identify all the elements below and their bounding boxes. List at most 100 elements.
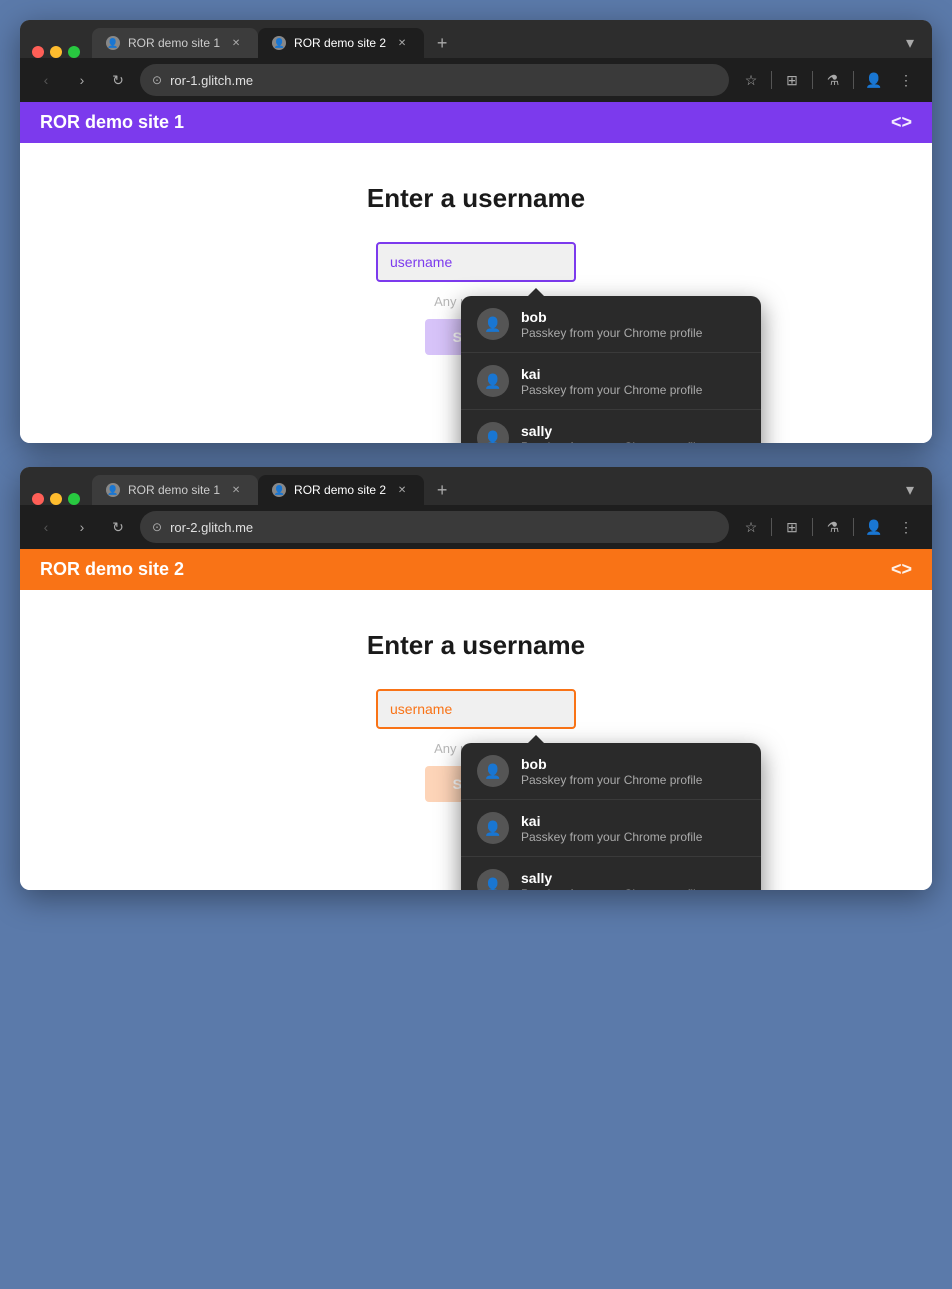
url-text-2: ror-2.glitch.me bbox=[170, 520, 253, 535]
tab-label-4: ROR demo site 2 bbox=[294, 483, 386, 497]
passkey-sub-kai-2: Passkey from your Chrome profile bbox=[521, 830, 745, 844]
forward-button-2[interactable]: › bbox=[68, 513, 96, 541]
site-header-1: ROR demo site 1 <> bbox=[20, 102, 932, 143]
extensions-icon-2[interactable]: ⊞ bbox=[778, 513, 806, 541]
lab-icon-1[interactable]: ⚗ bbox=[819, 66, 847, 94]
tab-list-button-2[interactable]: ▾ bbox=[896, 476, 924, 504]
new-tab-button-2[interactable]: + bbox=[428, 476, 456, 504]
divider-5 bbox=[812, 518, 813, 536]
forward-button-1[interactable]: › bbox=[68, 66, 96, 94]
title-bar-1: 👤 ROR demo site 1 ✕ 👤 ROR demo site 2 ✕ … bbox=[20, 20, 932, 102]
url-text-1: ror-1.glitch.me bbox=[170, 73, 253, 88]
passkey-info-kai-2: kai Passkey from your Chrome profile bbox=[521, 813, 745, 844]
new-tab-button-1[interactable]: + bbox=[428, 29, 456, 57]
toolbar-icons-2: ☆ ⊞ ⚗ 👤 ⋮ bbox=[737, 513, 920, 541]
tab-close-3[interactable]: ✕ bbox=[228, 482, 244, 498]
minimize-button-1[interactable] bbox=[50, 46, 62, 58]
page-content-1: Enter a username 👤 bob Passkey from your… bbox=[20, 143, 932, 443]
refresh-button-1[interactable]: ↻ bbox=[104, 66, 132, 94]
passkey-item-sally-2[interactable]: 👤 sally Passkey from your Chrome profile bbox=[461, 857, 761, 890]
bookmark-icon-1[interactable]: ☆ bbox=[737, 66, 765, 94]
passkey-name-sally-2: sally bbox=[521, 870, 745, 886]
page-title-2: Enter a username bbox=[367, 630, 585, 661]
browser-window-1: 👤 ROR demo site 1 ✕ 👤 ROR demo site 2 ✕ … bbox=[20, 20, 932, 443]
passkey-arrow-1 bbox=[528, 288, 544, 296]
passkey-name-bob-1: bob bbox=[521, 309, 745, 325]
passkey-name-sally-1: sally bbox=[521, 423, 745, 439]
url-bar-1[interactable]: ⊙ ror-1.glitch.me bbox=[140, 64, 729, 96]
passkey-dropdown-1: 👤 bob Passkey from your Chrome profile 👤… bbox=[461, 296, 761, 443]
divider-3 bbox=[853, 71, 854, 89]
address-bar-1: ‹ › ↻ ⊙ ror-1.glitch.me ☆ ⊞ ⚗ 👤 ⋮ bbox=[20, 58, 932, 102]
title-bar-2: 👤 ROR demo site 1 ✕ 👤 ROR demo site 2 ✕ … bbox=[20, 467, 932, 549]
tab-favicon-2: 👤 bbox=[272, 36, 286, 50]
username-input-2[interactable] bbox=[376, 689, 576, 729]
passkey-sub-bob-2: Passkey from your Chrome profile bbox=[521, 773, 745, 787]
profile-icon-2[interactable]: 👤 bbox=[860, 513, 888, 541]
passkey-info-sally-2: sally Passkey from your Chrome profile bbox=[521, 870, 745, 891]
page-content-2: Enter a username 👤 bob Passkey from your… bbox=[20, 590, 932, 890]
profile-icon-1[interactable]: 👤 bbox=[860, 66, 888, 94]
tab-ror-site-2-active-2[interactable]: 👤 ROR demo site 2 ✕ bbox=[258, 475, 424, 505]
passkey-sub-bob-1: Passkey from your Chrome profile bbox=[521, 326, 745, 340]
close-button-1[interactable] bbox=[32, 46, 44, 58]
tab-close-2[interactable]: ✕ bbox=[394, 35, 410, 51]
traffic-lights-2 bbox=[28, 493, 84, 505]
passkey-avatar-kai-1: 👤 bbox=[477, 365, 509, 397]
lab-icon-2[interactable]: ⚗ bbox=[819, 513, 847, 541]
tab-close-4[interactable]: ✕ bbox=[394, 482, 410, 498]
passkey-arrow-2 bbox=[528, 735, 544, 743]
back-button-2[interactable]: ‹ bbox=[32, 513, 60, 541]
code-icon-2[interactable]: <> bbox=[891, 559, 912, 580]
more-icon-1[interactable]: ⋮ bbox=[892, 66, 920, 94]
security-icon-1: ⊙ bbox=[152, 73, 162, 87]
page-title-1: Enter a username bbox=[367, 183, 585, 214]
tab-label-1: ROR demo site 1 bbox=[128, 36, 220, 50]
tab-favicon-3: 👤 bbox=[106, 483, 120, 497]
passkey-info-bob-2: bob Passkey from your Chrome profile bbox=[521, 756, 745, 787]
browser-window-2: 👤 ROR demo site 1 ✕ 👤 ROR demo site 2 ✕ … bbox=[20, 467, 932, 890]
tab-list-button-1[interactable]: ▾ bbox=[896, 29, 924, 57]
maximize-button-1[interactable] bbox=[68, 46, 80, 58]
site-title-1: ROR demo site 1 bbox=[40, 112, 184, 133]
passkey-item-bob-1[interactable]: 👤 bob Passkey from your Chrome profile bbox=[461, 296, 761, 353]
passkey-sub-sally-2: Passkey from your Chrome profile bbox=[521, 887, 745, 891]
divider-6 bbox=[853, 518, 854, 536]
address-bar-2: ‹ › ↻ ⊙ ror-2.glitch.me ☆ ⊞ ⚗ 👤 ⋮ bbox=[20, 505, 932, 549]
passkey-name-bob-2: bob bbox=[521, 756, 745, 772]
passkey-name-kai-2: kai bbox=[521, 813, 745, 829]
passkey-avatar-kai-2: 👤 bbox=[477, 812, 509, 844]
passkey-item-bob-2[interactable]: 👤 bob Passkey from your Chrome profile bbox=[461, 743, 761, 800]
extensions-icon-1[interactable]: ⊞ bbox=[778, 66, 806, 94]
passkey-item-kai-1[interactable]: 👤 kai Passkey from your Chrome profile bbox=[461, 353, 761, 410]
tab-ror-site-1-inactive-2[interactable]: 👤 ROR demo site 1 ✕ bbox=[92, 475, 258, 505]
divider-2 bbox=[812, 71, 813, 89]
tab-close-1[interactable]: ✕ bbox=[228, 35, 244, 51]
passkey-avatar-bob-1: 👤 bbox=[477, 308, 509, 340]
maximize-button-2[interactable] bbox=[68, 493, 80, 505]
back-button-1[interactable]: ‹ bbox=[32, 66, 60, 94]
minimize-button-2[interactable] bbox=[50, 493, 62, 505]
tab-ror-site-1-inactive[interactable]: 👤 ROR demo site 1 ✕ bbox=[92, 28, 258, 58]
passkey-item-sally-1[interactable]: 👤 sally Passkey from your Chrome profile bbox=[461, 410, 761, 443]
username-input-1[interactable] bbox=[376, 242, 576, 282]
refresh-button-2[interactable]: ↻ bbox=[104, 513, 132, 541]
bookmark-icon-2[interactable]: ☆ bbox=[737, 513, 765, 541]
passkey-info-bob-1: bob Passkey from your Chrome profile bbox=[521, 309, 745, 340]
tab-ror-site-2-active[interactable]: 👤 ROR demo site 2 ✕ bbox=[258, 28, 424, 58]
close-button-2[interactable] bbox=[32, 493, 44, 505]
passkey-name-kai-1: kai bbox=[521, 366, 745, 382]
toolbar-icons-1: ☆ ⊞ ⚗ 👤 ⋮ bbox=[737, 66, 920, 94]
more-icon-2[interactable]: ⋮ bbox=[892, 513, 920, 541]
tab-label-3: ROR demo site 1 bbox=[128, 483, 220, 497]
tab-strip-2: 👤 ROR demo site 1 ✕ 👤 ROR demo site 2 ✕ … bbox=[20, 467, 932, 505]
passkey-item-kai-2[interactable]: 👤 kai Passkey from your Chrome profile bbox=[461, 800, 761, 857]
tab-favicon-4: 👤 bbox=[272, 483, 286, 497]
url-bar-2[interactable]: ⊙ ror-2.glitch.me bbox=[140, 511, 729, 543]
traffic-lights-1 bbox=[28, 46, 84, 58]
code-icon-1[interactable]: <> bbox=[891, 112, 912, 133]
site-title-2: ROR demo site 2 bbox=[40, 559, 184, 580]
passkey-avatar-sally-1: 👤 bbox=[477, 422, 509, 443]
tab-strip-1: 👤 ROR demo site 1 ✕ 👤 ROR demo site 2 ✕ … bbox=[20, 20, 932, 58]
passkey-info-kai-1: kai Passkey from your Chrome profile bbox=[521, 366, 745, 397]
